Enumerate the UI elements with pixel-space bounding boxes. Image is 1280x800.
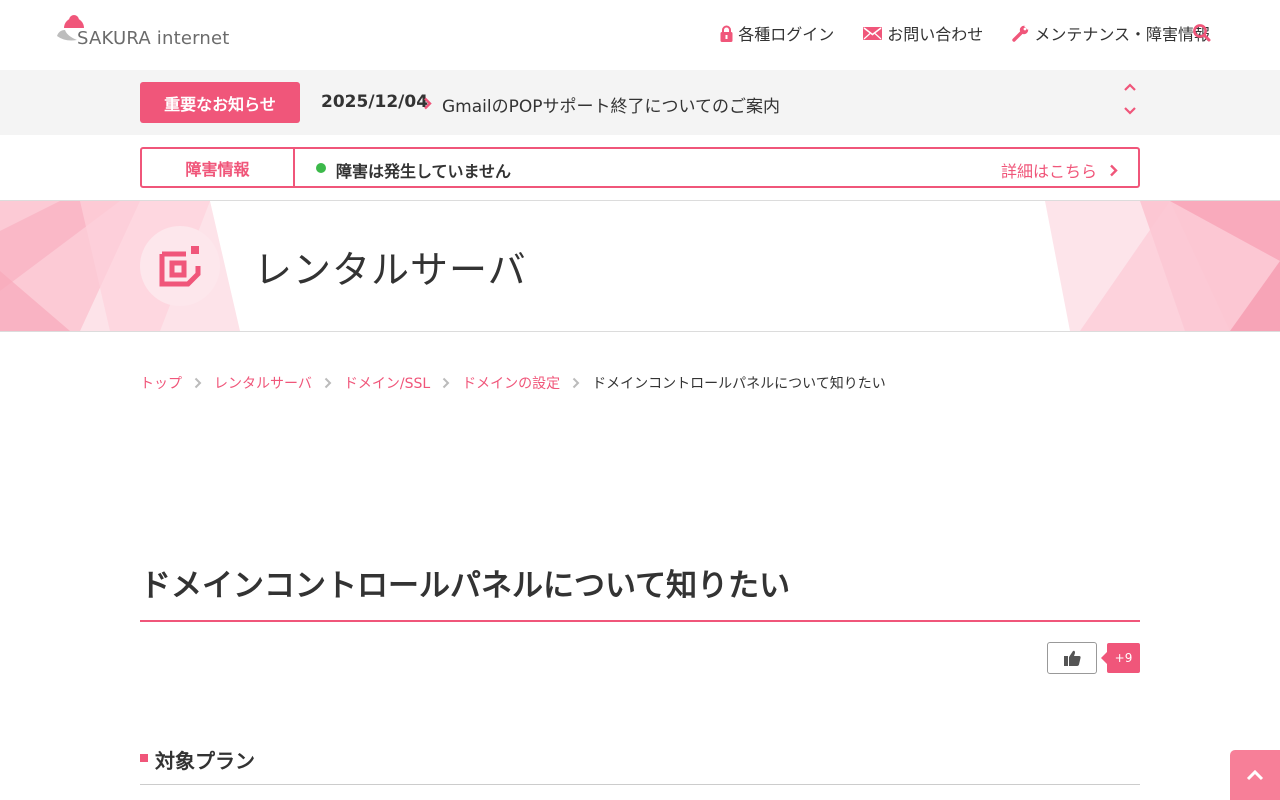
like-count: +9 xyxy=(1101,643,1140,673)
nav-contact-label: お問い合わせ xyxy=(887,25,984,44)
breadcrumb-rental-server[interactable]: レンタルサーバ xyxy=(214,373,312,393)
wrench-icon xyxy=(1012,25,1029,42)
section-title: 対象プラン xyxy=(155,749,255,773)
like-button[interactable] xyxy=(1047,642,1097,674)
category-hero: レンタルサーバ xyxy=(0,200,1280,332)
nav-maintenance-label: メンテナンス・障害情報 xyxy=(1034,25,1210,44)
incident-status-bar: 障害情報 障害は発生していません 詳細はこちら xyxy=(140,147,1140,188)
chevron-right-icon xyxy=(194,377,202,389)
lock-icon xyxy=(720,25,733,42)
search-icon xyxy=(1193,24,1211,42)
category-title: レンタルサーバ xyxy=(254,248,527,292)
breadcrumb-current: ドメインコントロールパネルについて知りたい xyxy=(592,376,886,392)
site-header: SAKURA internet 各種ログイン お問い合わせ メンテナンス・障害情… xyxy=(0,0,1280,70)
nav-maintenance[interactable]: メンテナンス・障害情報 xyxy=(1012,21,1210,45)
thumbs-up-icon xyxy=(1063,650,1081,666)
incident-details-label: 詳細はこちら xyxy=(1000,162,1097,181)
breadcrumb-domain-settings[interactable]: ドメインの設定 xyxy=(462,373,560,393)
incident-label: 障害情報 xyxy=(142,149,295,186)
nav-contact[interactable]: お問い合わせ xyxy=(863,21,983,45)
chevron-up-icon[interactable] xyxy=(1123,82,1137,92)
nav-login-label: 各種ログイン xyxy=(738,25,835,44)
breadcrumb-top[interactable]: トップ xyxy=(140,373,182,393)
chevron-right-icon xyxy=(572,377,580,389)
incident-details-link[interactable]: 詳細はこちら xyxy=(1001,158,1118,182)
logo-text: SAKURA internet xyxy=(77,28,230,49)
chevron-down-icon[interactable] xyxy=(1123,106,1137,116)
page-title: ドメインコントロールパネルについて知りたい xyxy=(140,568,791,604)
nav-login[interactable]: 各種ログイン xyxy=(720,21,834,45)
chevron-right-icon xyxy=(324,377,332,389)
incident-status-text: 障害は発生していません xyxy=(336,162,512,181)
breadcrumb: トップ レンタルサーバ ドメイン/SSL ドメインの設定 ドメインコントロールパ… xyxy=(140,373,886,393)
chevron-right-icon xyxy=(1110,164,1118,176)
notice-badge[interactable]: 重要なお知らせ xyxy=(140,82,300,123)
chevron-right-icon xyxy=(442,377,450,389)
back-to-top-button[interactable] xyxy=(1230,750,1280,800)
chevron-up-icon xyxy=(1246,769,1264,781)
mail-icon xyxy=(863,26,883,40)
section-divider xyxy=(140,784,1140,785)
title-divider xyxy=(140,620,1140,622)
breadcrumb-domain-ssl[interactable]: ドメイン/SSL xyxy=(344,373,430,393)
notice-link[interactable]: GmailのPOPサポート終了についてのご案内 xyxy=(442,92,780,117)
important-notice-bar: 重要なお知らせ 2025/12/04 GmailのPOPサポート終了についてのご… xyxy=(0,70,1280,135)
search-button[interactable] xyxy=(1192,23,1212,43)
section-marker xyxy=(140,754,148,762)
rental-server-icon xyxy=(159,246,201,287)
notice-date: 2025/12/04 xyxy=(321,92,429,112)
header-nav: 各種ログイン お問い合わせ メンテナンス・障害情報 xyxy=(691,22,1210,44)
chevron-right-icon xyxy=(424,97,432,110)
sakura-logo[interactable]: SAKURA internet xyxy=(57,14,230,50)
status-indicator-icon xyxy=(316,163,326,173)
